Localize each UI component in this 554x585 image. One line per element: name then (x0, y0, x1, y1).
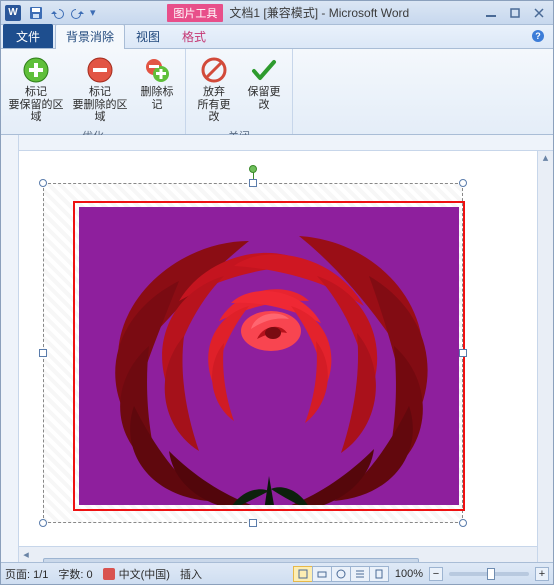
scrollbar-vertical[interactable]: ▴ (537, 151, 553, 562)
mark-remove-button[interactable]: 标记要删除的区域 (69, 52, 131, 127)
discard-icon (199, 55, 229, 85)
fullscreen-icon (317, 569, 327, 579)
help-button[interactable]: ? (525, 27, 551, 48)
zoom-out-button[interactable]: − (429, 567, 443, 581)
scrollbar-horizontal[interactable]: ◂ ▸ (19, 546, 553, 562)
status-bar: 页面: 1/1 字数: 0 中文(中国) 插入 100% − + (1, 562, 553, 584)
checkmark-icon (249, 55, 279, 85)
keep-label: 保留更改 (243, 86, 285, 111)
outline-icon (355, 569, 365, 579)
close-icon (533, 7, 545, 19)
draft-icon (374, 569, 384, 579)
print-layout-icon (298, 569, 308, 579)
status-insert-mode[interactable]: 插入 (180, 566, 202, 582)
app-icon: W (5, 5, 21, 21)
language-icon (103, 568, 115, 580)
handle-n[interactable] (249, 179, 257, 187)
svg-text:?: ? (535, 31, 541, 41)
handle-se[interactable] (459, 519, 467, 527)
tab-format[interactable]: 格式 (171, 24, 217, 48)
tab-file[interactable]: 文件 (3, 24, 53, 48)
mark-remove-label: 标记要删除的区域 (72, 86, 128, 124)
title-bar: W ▾ 图片工具 文档1 [兼容模式] - Microsoft Word (1, 1, 553, 25)
view-buttons (294, 566, 389, 582)
view-print-layout[interactable] (293, 566, 313, 582)
save-icon (29, 6, 43, 20)
title-center: 图片工具 文档1 [兼容模式] - Microsoft Word (98, 4, 479, 22)
qat-dropdown-icon[interactable]: ▾ (90, 6, 96, 19)
handle-s[interactable] (249, 519, 257, 527)
status-language[interactable]: 中文(中国) (103, 566, 170, 582)
plus-circle-icon (21, 55, 51, 85)
app-window: W ▾ 图片工具 文档1 [兼容模式] - Microsoft Word 文件 … (0, 0, 554, 585)
document-area: ◂ ▸ ▴ (1, 135, 553, 562)
undo-icon (50, 6, 64, 20)
view-draft[interactable] (369, 566, 389, 582)
view-web-layout[interactable] (331, 566, 351, 582)
web-layout-icon (336, 569, 346, 579)
redo-icon (71, 6, 85, 20)
handle-ne[interactable] (459, 179, 467, 187)
handle-nw[interactable] (39, 179, 47, 187)
delete-mark-label: 删除标记 (136, 86, 178, 111)
minimize-button[interactable] (481, 6, 501, 20)
minimize-icon (485, 7, 497, 19)
handle-w[interactable] (39, 349, 47, 357)
rose-image (79, 207, 459, 505)
status-words[interactable]: 字数: 0 (58, 566, 92, 582)
delete-mark-icon (142, 55, 172, 85)
status-page[interactable]: 页面: 1/1 (5, 566, 48, 582)
tab-view[interactable]: 视图 (125, 24, 171, 48)
discard-label: 放弃所有更改 (193, 86, 235, 124)
save-button[interactable] (27, 4, 45, 22)
mark-keep-button[interactable]: 标记要保留的区域 (5, 52, 67, 127)
help-icon: ? (531, 29, 545, 43)
restore-icon (509, 7, 521, 19)
view-outline[interactable] (350, 566, 370, 582)
quick-access-toolbar: ▾ (27, 4, 96, 22)
handle-sw[interactable] (39, 519, 47, 527)
ruler-vertical[interactable] (1, 135, 19, 562)
window-controls (481, 6, 549, 20)
minus-circle-icon (85, 55, 115, 85)
discard-changes-button[interactable]: 放弃所有更改 (190, 52, 238, 127)
keep-changes-button[interactable]: 保留更改 (240, 52, 288, 127)
redo-button[interactable] (69, 4, 87, 22)
ribbon-group-optimize: 标记要保留的区域 标记要删除的区域 删除标记 优化 (1, 49, 186, 134)
undo-button[interactable] (48, 4, 66, 22)
ruler-horizontal[interactable] (19, 135, 553, 151)
close-button[interactable] (529, 6, 549, 20)
zoom-slider[interactable] (449, 572, 529, 576)
image-surface (79, 207, 459, 505)
contextual-tools-label: 图片工具 (167, 4, 223, 22)
delete-mark-button[interactable]: 删除标记 (133, 52, 181, 127)
document-canvas[interactable] (19, 151, 553, 546)
mark-keep-label: 标记要保留的区域 (8, 86, 64, 124)
selected-picture[interactable] (43, 183, 463, 523)
document-title: 文档1 [兼容模式] - Microsoft Word (229, 4, 409, 21)
view-full-screen[interactable] (312, 566, 332, 582)
ribbon: 标记要保留的区域 标记要删除的区域 删除标记 优化 (1, 49, 553, 135)
tab-background-removal[interactable]: 背景消除 (55, 24, 125, 49)
zoom-in-button[interactable]: + (535, 567, 549, 581)
zoom-thumb[interactable] (487, 568, 495, 580)
rotation-handle[interactable] (249, 165, 257, 173)
ribbon-tabs: 文件 背景消除 视图 格式 ? (1, 25, 553, 49)
ribbon-group-close: 放弃所有更改 保留更改 关闭 (186, 49, 293, 134)
zoom-percent[interactable]: 100% (395, 568, 423, 580)
handle-e[interactable] (459, 349, 467, 357)
restore-button[interactable] (505, 6, 525, 20)
